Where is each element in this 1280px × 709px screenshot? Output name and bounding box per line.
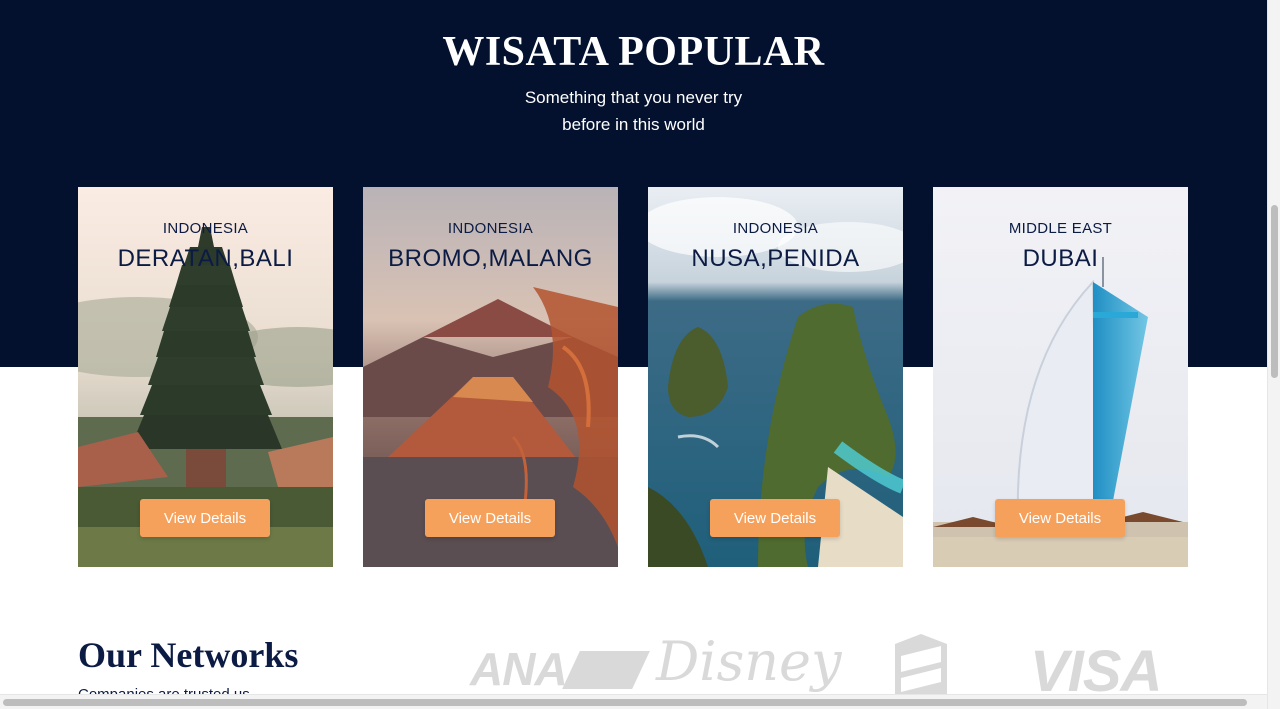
card-region: MIDDLE EAST	[1008, 220, 1113, 237]
card-place: DUBAI	[1022, 245, 1099, 272]
card-region: INDONESIA	[732, 220, 819, 237]
ana-logo: ANA	[470, 642, 650, 696]
destination-card-bali[interactable]: INDONESIA DERATAN,BALI View Details	[78, 187, 333, 567]
section-subtitle: Something that you never try before in t…	[0, 84, 1267, 138]
vertical-scrollbar-thumb[interactable]	[1271, 205, 1278, 378]
view-details-button[interactable]: View Details	[140, 499, 270, 537]
card-place: BROMO,MALANG	[388, 245, 593, 272]
subtitle-line-2: before in this world	[562, 115, 705, 134]
card-place: DERATAN,BALI	[117, 245, 294, 272]
destination-card-dubai[interactable]: MIDDLE EAST DUBAI View Details	[933, 187, 1188, 567]
section-title: WISATA POPULAR	[442, 29, 825, 75]
card-place: NUSA,PENIDA	[691, 245, 860, 272]
disney-logo: Disney	[656, 630, 842, 693]
vertical-scrollbar[interactable]	[1267, 0, 1280, 709]
partner-logos: ANA Disney VISA	[460, 630, 1200, 704]
card-region: INDONESIA	[447, 220, 534, 237]
view-details-button[interactable]: View Details	[995, 499, 1125, 537]
shield-logo-icon	[895, 634, 947, 696]
destination-card-nusa-penida[interactable]: INDONESIA NUSA,PENIDA View Details	[648, 187, 903, 567]
destination-card-bromo[interactable]: INDONESIA BROMO,MALANG View Details	[363, 187, 618, 567]
view-details-button[interactable]: View Details	[425, 499, 555, 537]
horizontal-scrollbar[interactable]	[0, 694, 1267, 709]
destination-cards: INDONESIA DERATAN,BALI View Details INDO…	[78, 187, 1188, 567]
horizontal-scrollbar-thumb[interactable]	[3, 699, 1247, 706]
subtitle-line-1: Something that you never try	[524, 88, 743, 107]
card-region: INDONESIA	[162, 220, 249, 237]
view-details-button[interactable]: View Details	[710, 499, 840, 537]
networks-title: Our Networks	[78, 635, 299, 675]
